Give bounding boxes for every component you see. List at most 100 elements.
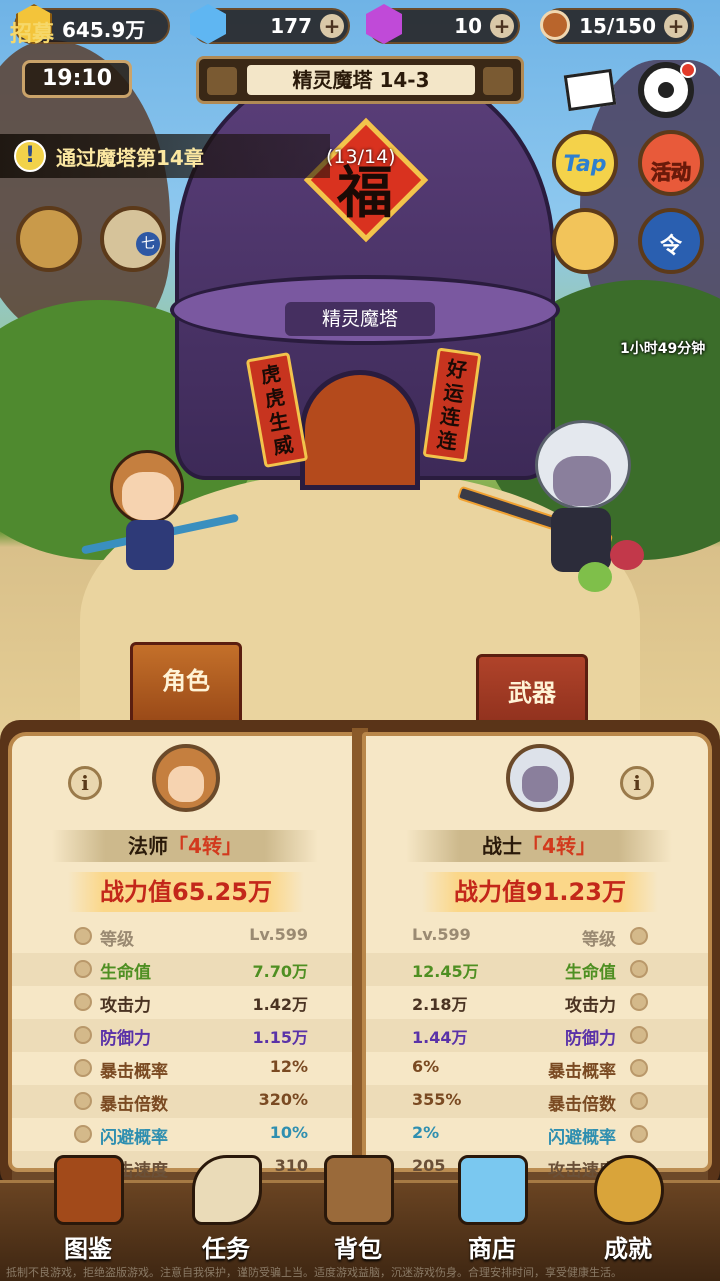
warrior-info-button[interactable]: i [620,766,654,800]
alert-icon: ! [14,140,46,172]
stat-label: 防御力 [565,1029,616,1049]
warrior-avatar[interactable] [506,744,574,812]
attack-icon [630,993,648,1011]
crit-icon [74,1059,92,1077]
tap-button[interactable]: Tap [552,130,618,196]
stat-label: 暴击倍数 [548,1095,616,1115]
add-gems-button[interactable]: + [320,14,344,38]
stat-row-level: 等级 Lv.599 [12,920,354,953]
token-label: 令 [659,234,682,259]
nav-codex[interactable]: 图鉴 [28,1155,148,1275]
stat-value: Lv.599 [412,925,471,944]
quest-progress: (13/14) [326,146,396,168]
book-icon [54,1155,124,1225]
stat-value: 12% [269,1057,308,1076]
stat-label: 暴击倍数 [100,1095,168,1115]
nav-label: 背包 [334,1235,382,1263]
stat-value: 2% [412,1123,440,1142]
notification-dot [680,62,696,78]
stat-label: 暴击概率 [548,1062,616,1082]
stat-row-crit-multiplier: 暴击倍数 355% [366,1085,708,1118]
stat-label: 闪避概率 [548,1128,616,1148]
hero-chest-button[interactable] [16,206,82,272]
stat-value: 10% [269,1123,308,1142]
nav-tasks[interactable]: 任务 [166,1155,286,1275]
quest-text: 通过魔塔第14章 [56,146,204,170]
mage-body [126,520,174,570]
event-label: 活动 [651,160,692,185]
recruit-label: 招募 [9,22,54,47]
star-icon [74,927,92,945]
stage-selector[interactable]: 精灵魔塔 14-3 [196,56,524,104]
mage-avatar[interactable] [152,744,220,812]
nav-shop[interactable]: 商店 [432,1155,552,1275]
stat-value: 355% [412,1090,462,1109]
shield-icon [630,1026,648,1044]
stat-value: 1.44万 [412,1028,468,1047]
stat-label: 闪避概率 [100,1128,168,1148]
mage-page: i 法师「4转」 战力值65.25万 等级 Lv.599 生命值 7.70万 攻… [8,732,358,1184]
add-stamina-button[interactable]: + [664,14,688,38]
nav-label: 任务 [202,1235,250,1263]
scroll-icon [192,1155,262,1225]
stage-prev-arrow[interactable] [207,67,237,95]
crit-multiplier-icon [74,1092,92,1110]
warrior-rank: 「4转」 [522,834,596,858]
clock: 19:10 [22,60,132,98]
stage-next-arrow[interactable] [483,67,513,95]
tab-role[interactable]: 角色 [130,642,242,724]
event-button[interactable]: 活动 [638,130,704,196]
recruit-timer: 1小时49分钟 [620,341,706,357]
pet-green [578,562,612,592]
stage-title[interactable]: 精灵魔塔 14-3 [247,65,475,95]
stat-row-crit-rate: 暴击概率 12% [12,1052,354,1085]
stat-label: 攻击力 [100,996,151,1016]
mail-icon[interactable] [560,64,620,114]
mage-info-button[interactable]: i [68,766,102,800]
pet-red [610,540,644,570]
warrior-page: i 战士「4转」 战力值91.23万 等级 Lv.599 生命值 12.45万 … [362,732,712,1184]
nav-achievements[interactable]: 成就 [568,1155,688,1275]
stat-row-hp: 生命值 12.45万 [366,953,708,986]
stat-label: 攻击力 [565,996,616,1016]
stat-value: 6% [412,1057,440,1076]
add-crystals-button[interactable]: + [490,14,514,38]
crit-multiplier-icon [630,1092,648,1110]
warrior-face [553,456,611,506]
attack-icon [74,993,92,1011]
gold-value: 645.9万 [62,18,146,42]
nav-label: 商店 [468,1235,516,1263]
resource-bar: 645.9万 177 + 10 + 15/150 + [0,0,720,52]
stat-row-attack: 攻击力 2.18万 [366,986,708,1019]
stat-row-dodge: 闪避概率 2% [366,1118,708,1151]
quest-tracker[interactable]: ! 通过魔塔第14章 [0,134,330,178]
health-disclaimer: 抵制不良游戏，拒绝盗版游戏。注意自我保护，谨防受骗上当。适度游戏益脑，沉迷游戏伤… [6,1266,622,1279]
token-button[interactable]: 令 [638,208,704,274]
crit-icon [630,1059,648,1077]
stat-value: 2.18万 [412,995,468,1014]
stat-row-dodge: 闪避概率 10% [12,1118,354,1151]
stat-row-defense: 防御力 1.15万 [12,1019,354,1052]
envelope [563,68,617,112]
stat-value: 7.70万 [252,962,308,981]
tap-label: Tap [563,152,607,177]
warrior-avatar-face [522,766,558,802]
stat-row-crit-multiplier: 暴击倍数 320% [12,1085,354,1118]
stat-label: 生命值 [565,963,616,983]
warrior-class: 战士「4转」 [406,830,672,862]
warrior-class-name: 战士 [482,834,523,858]
stat-value: 1.42万 [252,995,308,1014]
stat-label: 生命值 [100,963,151,983]
mage-avatar-face [168,766,204,802]
stat-value: 1.15万 [252,1028,308,1047]
stat-label: 防御力 [100,1029,151,1049]
scroll-button[interactable]: 七 [100,206,166,272]
mage-class-name: 法师 [128,834,169,858]
nav-backpack[interactable]: 背包 [298,1155,418,1275]
stat-row-level: 等级 Lv.599 [366,920,708,953]
mage-character [80,450,240,580]
mage-power: 战力值65.25万 [68,872,304,912]
character-face-button[interactable] [552,208,618,274]
heart-icon [630,960,648,978]
treasure-chest-icon [458,1155,528,1225]
